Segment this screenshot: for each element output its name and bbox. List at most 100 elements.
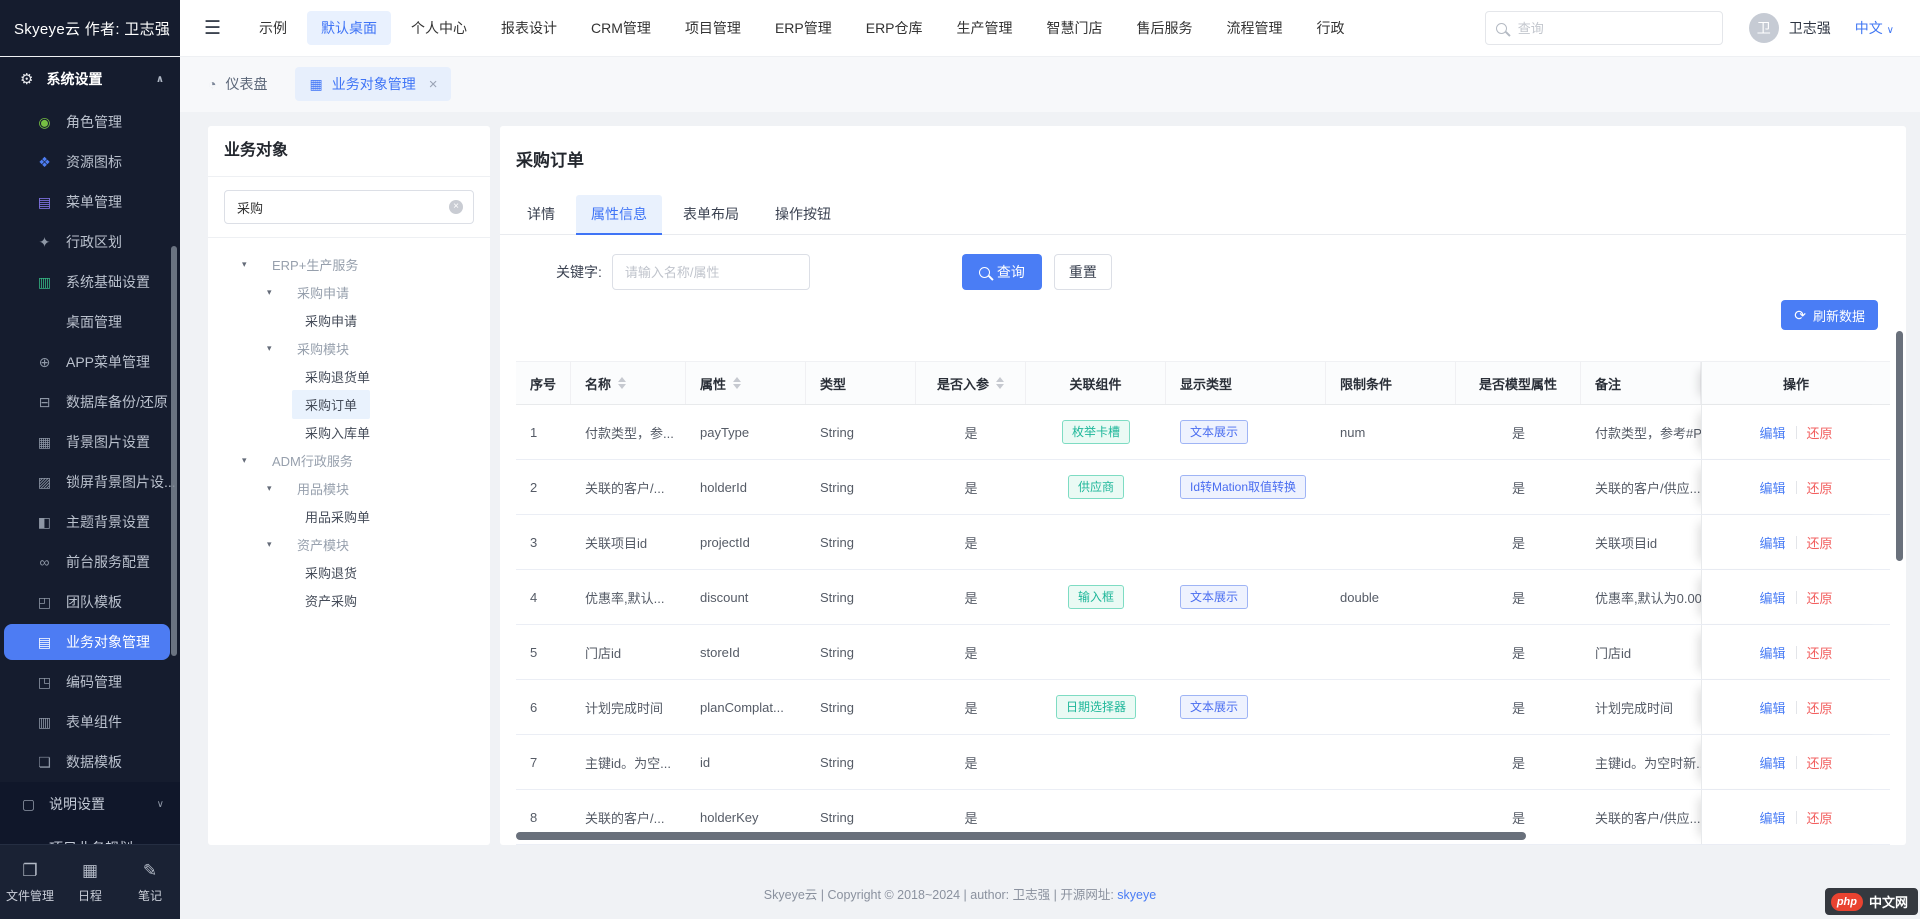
edit-link[interactable]: 编辑	[1759, 588, 1785, 607]
sidebar-item-主题背景设置[interactable]: ◧主题背景设置	[0, 502, 180, 542]
tab-业务对象管理[interactable]: ▦业务对象管理×	[295, 67, 451, 101]
sort-icon[interactable]	[618, 377, 626, 389]
vertical-scrollbar[interactable]	[1896, 331, 1903, 561]
tab-操作按钮[interactable]: 操作按钮	[760, 195, 846, 235]
restore-link[interactable]: 还原	[1807, 478, 1833, 497]
sidebar-item-前台服务配置[interactable]: ∞前台服务配置	[0, 542, 180, 582]
sidebar-item-桌面管理[interactable]: 桌面管理	[0, 302, 180, 342]
restore-link[interactable]: 还原	[1807, 698, 1833, 717]
search-button[interactable]: 查询	[962, 254, 1042, 290]
sidebar-scrollbar[interactable]	[171, 246, 177, 656]
restore-link[interactable]: 还原	[1807, 643, 1833, 662]
caret-down-icon[interactable]: ▾	[267, 483, 284, 494]
component-tag: 供应商	[1068, 475, 1124, 499]
sidebar-item-菜单管理[interactable]: ▤菜单管理	[0, 182, 180, 222]
close-icon[interactable]: ×	[429, 76, 438, 93]
global-search[interactable]	[1485, 11, 1723, 45]
sidebar-item-系统基础设置[interactable]: ▥系统基础设置	[0, 262, 180, 302]
caret-down-icon[interactable]: ▾	[267, 343, 284, 354]
nav-item-行政[interactable]: 行政	[1303, 11, 1359, 45]
clear-icon[interactable]: ×	[449, 200, 463, 214]
reset-button[interactable]: 重置	[1054, 254, 1112, 290]
sidebar-item-背景图片设置[interactable]: ▦背景图片设置	[0, 422, 180, 462]
sidebar-group-说明设置[interactable]: ▢说明设置∨	[0, 782, 180, 826]
nav-item-CRM管理[interactable]: CRM管理	[577, 11, 665, 45]
nav-item-智慧门店[interactable]: 智慧门店	[1033, 11, 1117, 45]
tree-node-用品采购单[interactable]: 用品采购单	[208, 502, 490, 530]
restore-link[interactable]: 还原	[1807, 533, 1833, 552]
sidebar-item-业务对象管理[interactable]: ▤业务对象管理	[4, 624, 170, 660]
tree-node-资产模块[interactable]: ▾资产模块	[208, 530, 490, 558]
tree-search[interactable]: ×	[224, 190, 474, 224]
nav-item-ERP仓库[interactable]: ERP仓库	[852, 11, 937, 45]
nav-item-流程管理[interactable]: 流程管理	[1213, 11, 1297, 45]
edit-link[interactable]: 编辑	[1759, 478, 1785, 497]
edit-link[interactable]: 编辑	[1759, 423, 1785, 442]
tree-node-采购申请[interactable]: 采购申请	[208, 306, 490, 334]
sidebar-action-笔记[interactable]: ✎笔记	[120, 845, 180, 919]
sidebar-item-表单组件[interactable]: ▥表单组件	[0, 702, 180, 742]
language-switcher[interactable]: 中文 ∨	[1855, 18, 1894, 38]
cell-备注: 关联的客户/供应...	[1581, 460, 1701, 514]
sidebar-action-文件管理[interactable]: ❐文件管理	[0, 845, 60, 919]
restore-link[interactable]: 还原	[1807, 753, 1833, 772]
nav-item-默认桌面[interactable]: 默认桌面	[307, 11, 391, 45]
tree-node-采购申请[interactable]: ▾采购申请	[208, 278, 490, 306]
nav-item-售后服务[interactable]: 售后服务	[1123, 11, 1207, 45]
nav-item-报表设计[interactable]: 报表设计	[487, 11, 571, 45]
tab-仪表盘[interactable]: ◔仪表盘	[194, 67, 281, 101]
restore-link[interactable]: 还原	[1807, 808, 1833, 827]
tree-node-ERP+生产服务[interactable]: ▾ERP+生产服务	[208, 250, 490, 278]
global-search-input[interactable]	[1516, 20, 1712, 37]
tree-node-采购退货[interactable]: 采购退货	[208, 558, 490, 586]
keyword-input[interactable]	[612, 254, 810, 290]
sidebar-item-数据库备份/还原[interactable]: ⊟数据库备份/还原	[0, 382, 180, 422]
sidebar-action-日程[interactable]: ▦日程	[60, 845, 120, 919]
caret-down-icon[interactable]: ▾	[267, 287, 284, 298]
tree-node-采购模块[interactable]: ▾采购模块	[208, 334, 490, 362]
restore-link[interactable]: 还原	[1807, 588, 1833, 607]
footer-link[interactable]: skyeye	[1117, 888, 1156, 902]
sidebar-item-锁屏背景图片设...[interactable]: ▨锁屏背景图片设...	[0, 462, 180, 502]
sidebar-section-system-settings[interactable]: ⚙ 系统设置 ∧	[0, 56, 180, 102]
edit-link[interactable]: 编辑	[1759, 533, 1785, 552]
grid-icon: ▦	[309, 76, 322, 93]
user-name[interactable]: 卫志强	[1789, 18, 1831, 38]
edit-link[interactable]: 编辑	[1759, 808, 1785, 827]
sidebar-item-角色管理[interactable]: ◉角色管理	[0, 102, 180, 142]
avatar[interactable]: 卫	[1749, 13, 1779, 43]
edit-link[interactable]: 编辑	[1759, 698, 1785, 717]
refresh-data-button[interactable]: ⟳ 刷新数据	[1781, 300, 1878, 330]
edit-link[interactable]: 编辑	[1759, 753, 1785, 772]
caret-down-icon[interactable]: ▾	[242, 259, 259, 270]
tree-node-采购入库单[interactable]: 采购入库单	[208, 418, 490, 446]
horizontal-scrollbar[interactable]	[516, 832, 1526, 840]
sort-icon[interactable]	[996, 377, 1004, 389]
menu-fold-icon[interactable]: ☰	[204, 17, 221, 40]
tree-node-用品模块[interactable]: ▾用品模块	[208, 474, 490, 502]
restore-link[interactable]: 还原	[1807, 423, 1833, 442]
nav-item-示例[interactable]: 示例	[245, 11, 301, 45]
tab-属性信息[interactable]: 属性信息	[576, 195, 662, 235]
tree-node-资产采购[interactable]: 资产采购	[208, 586, 490, 614]
sort-icon[interactable]	[733, 377, 741, 389]
tab-详情[interactable]: 详情	[512, 195, 570, 235]
tree-node-采购订单[interactable]: 采购订单	[208, 390, 490, 418]
sidebar-item-APP菜单管理[interactable]: ⊕APP菜单管理	[0, 342, 180, 382]
tree-node-采购退货单[interactable]: 采购退货单	[208, 362, 490, 390]
tree-node-ADM行政服务[interactable]: ▾ADM行政服务	[208, 446, 490, 474]
nav-item-项目管理[interactable]: 项目管理	[671, 11, 755, 45]
edit-link[interactable]: 编辑	[1759, 643, 1785, 662]
sidebar-item-行政区划[interactable]: ✦行政区划	[0, 222, 180, 262]
sidebar-item-编码管理[interactable]: ◳编码管理	[0, 662, 180, 702]
sidebar-item-数据模板[interactable]: ❏数据模板	[0, 742, 180, 782]
caret-down-icon[interactable]: ▾	[242, 455, 259, 466]
nav-item-生产管理[interactable]: 生产管理	[943, 11, 1027, 45]
nav-item-个人中心[interactable]: 个人中心	[397, 11, 481, 45]
tree-search-input[interactable]	[235, 199, 449, 216]
sidebar-item-资源图标[interactable]: ❖资源图标	[0, 142, 180, 182]
sidebar-item-团队模板[interactable]: ◰团队模板	[0, 582, 180, 622]
tab-表单布局[interactable]: 表单布局	[668, 195, 754, 235]
caret-down-icon[interactable]: ▾	[267, 539, 284, 550]
nav-item-ERP管理[interactable]: ERP管理	[761, 11, 846, 45]
